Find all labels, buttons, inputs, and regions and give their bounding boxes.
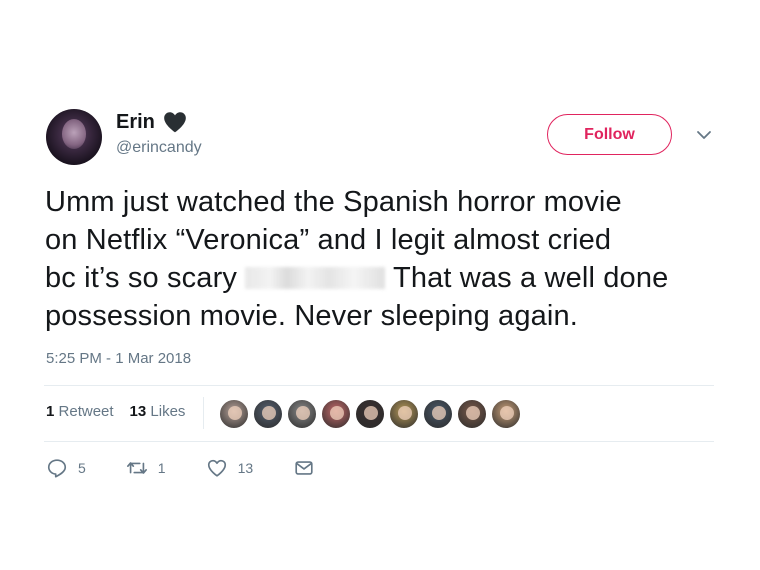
liker-avatars bbox=[218, 398, 522, 430]
vertical-divider bbox=[203, 397, 204, 429]
like-button[interactable]: 13 bbox=[206, 457, 254, 479]
retweet-action-count: 1 bbox=[157, 460, 166, 476]
tweet-line: Umm just watched the Spanish horror movi… bbox=[45, 186, 622, 218]
divider bbox=[44, 385, 714, 386]
tweet-stats: 1 Retweet 13 Likes bbox=[46, 403, 185, 420]
tweet-line: That was a well done bbox=[392, 262, 669, 294]
tweet-line: bc it’s so scary bbox=[45, 262, 238, 294]
retweet-count: 1 bbox=[46, 403, 55, 420]
retweet-label: Retweet bbox=[58, 403, 114, 420]
heart-outline-icon bbox=[207, 459, 226, 477]
divider bbox=[44, 441, 714, 442]
envelope-icon bbox=[295, 461, 313, 475]
author-handle[interactable]: @erincandy bbox=[116, 139, 202, 157]
like-action-count: 13 bbox=[237, 460, 254, 476]
retweet-button[interactable]: 1 bbox=[126, 457, 166, 479]
reply-icon bbox=[47, 459, 67, 478]
black-heart-icon bbox=[164, 112, 186, 133]
reply-count: 5 bbox=[78, 460, 86, 476]
liker-avatar[interactable] bbox=[286, 398, 318, 430]
author-name[interactable]: Erin bbox=[116, 111, 155, 134]
liker-avatar[interactable] bbox=[218, 398, 250, 430]
liker-avatar[interactable] bbox=[252, 398, 284, 430]
liker-avatar[interactable] bbox=[388, 398, 420, 430]
likes-count: 13 bbox=[129, 403, 147, 420]
tweet-line: on Netflix “Veronica” and I legit almost… bbox=[45, 224, 612, 256]
blurred-censor bbox=[245, 267, 386, 289]
liker-avatar[interactable] bbox=[354, 398, 386, 430]
likes-stat[interactable]: 13 Likes bbox=[130, 403, 186, 420]
reply-button[interactable]: 5 bbox=[46, 457, 86, 479]
retweet-icon bbox=[126, 462, 147, 474]
liker-avatar[interactable] bbox=[422, 398, 454, 430]
tweet-timestamp[interactable]: 5:25 PM - 1 Mar 2018 bbox=[46, 350, 191, 367]
chevron-down-icon[interactable] bbox=[695, 128, 713, 142]
direct-message-button[interactable] bbox=[293, 457, 315, 479]
tweet-line: possession movie. Never sleeping again. bbox=[45, 300, 578, 332]
follow-button[interactable]: Follow bbox=[547, 114, 672, 155]
liker-avatar[interactable] bbox=[490, 398, 522, 430]
retweet-stat[interactable]: 1 Retweet bbox=[46, 403, 114, 420]
liker-avatar[interactable] bbox=[320, 398, 352, 430]
author-avatar[interactable] bbox=[46, 109, 102, 165]
tweet-text: Umm just watched the Spanish horror movi… bbox=[45, 183, 735, 335]
likes-label: Likes bbox=[150, 403, 186, 420]
tweet-actions: 5 1 13 bbox=[46, 457, 355, 479]
liker-avatar[interactable] bbox=[456, 398, 488, 430]
